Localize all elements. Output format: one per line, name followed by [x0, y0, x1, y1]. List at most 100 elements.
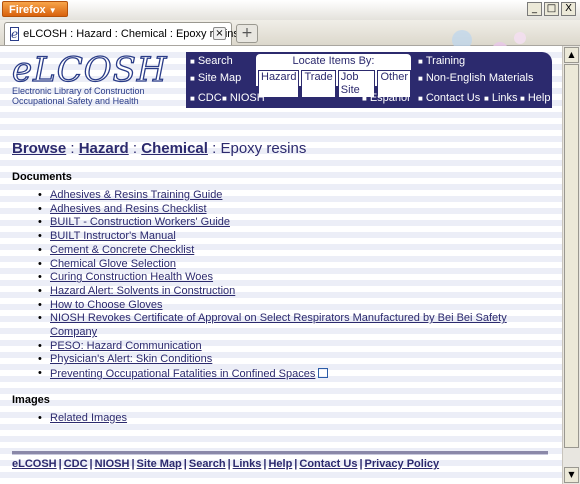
nav-espanol[interactable]: ■ Español [362, 92, 410, 104]
locate-items-box: Locate Items By: Hazard Trade Job Site O… [256, 54, 411, 98]
footer-help[interactable]: Help [268, 458, 292, 470]
doc-link[interactable]: BUILT Instructor's Manual [50, 230, 176, 242]
breadcrumb-browse[interactable]: Browse [12, 140, 66, 157]
nav-links[interactable]: ■ Links [484, 92, 518, 104]
nav-training[interactable]: ■ Training [418, 55, 465, 67]
doc-link[interactable]: Chemical Glove Selection [50, 258, 176, 270]
doc-link[interactable]: Physician's Alert: Skin Conditions [50, 353, 212, 365]
footer-links: eLCOSH | CDC | NIOSH | Site Map | Search | Links | H… [12, 458, 439, 470]
firefox-menu-button[interactable]: Firefox ▼ [2, 1, 68, 17]
list-item: Chemical Glove Selection [38, 258, 552, 272]
scroll-up-icon[interactable]: ▲ [564, 47, 579, 63]
logo-tagline-1: Electronic Library of Construction [12, 86, 145, 96]
close-window-button[interactable]: X [561, 2, 576, 16]
list-item: BUILT - Construction Workers' Guide [38, 216, 552, 230]
tab-title: eLCOSH : Hazard : Chemical : Epoxy resin… [23, 28, 239, 40]
related-images-link[interactable]: Related Images [50, 412, 127, 424]
footer-sitemap[interactable]: Site Map [137, 458, 182, 470]
list-item: How to Choose Gloves [38, 299, 552, 313]
nav-links-label: Links [491, 92, 518, 104]
close-tab-button[interactable]: × [213, 27, 226, 40]
breadcrumb-sep: : [212, 140, 217, 157]
footer-sep: | [294, 458, 298, 470]
nav-bottom-row: ■ CDC ■ NIOSH ■ Español ■ Contact Us ■ Links … [186, 91, 552, 108]
footer-sep: | [183, 458, 187, 470]
main-content: Browse : Hazard : Chemical : Epoxy resin… [12, 140, 552, 426]
doc-link[interactable]: Cement & Concrete Checklist [50, 244, 194, 256]
footer-contact[interactable]: Contact Us [299, 458, 357, 470]
footer-divider [12, 451, 548, 455]
doc-link[interactable]: Adhesives & Resins Training Guide [50, 189, 222, 201]
breadcrumb: Browse : Hazard : Chemical : Epoxy resin… [12, 140, 552, 157]
footer-sep: | [89, 458, 93, 470]
list-item: Adhesives & Resins Training Guide [38, 189, 552, 203]
doc-link[interactable]: Hazard Alert: Solvents in Construction [50, 285, 235, 297]
breadcrumb-hazard[interactable]: Hazard [79, 140, 129, 157]
list-item: BUILT Instructor's Manual [38, 230, 552, 244]
doc-link[interactable]: Curing Construction Health Woes [50, 271, 213, 283]
vertical-scrollbar[interactable]: ▲ ▼ [562, 46, 580, 484]
minimize-button[interactable]: _ [527, 2, 542, 16]
list-item: NIOSH Revokes Certificate of Approval on… [38, 312, 552, 339]
bullet-icon: ■ [418, 94, 423, 103]
footer-niosh[interactable]: NIOSH [95, 458, 130, 470]
nav-cdc[interactable]: ■ CDC [190, 92, 222, 104]
bullet-icon: ■ [362, 94, 367, 103]
tab-elcosh[interactable]: e eLCOSH : Hazard : Chemical : Epoxy res… [4, 22, 239, 45]
nav-sitemap[interactable]: ■ Site Map [190, 72, 241, 84]
nav-contact[interactable]: ■ Contact Us [418, 92, 480, 104]
list-item: Hazard Alert: Solvents in Construction [38, 285, 552, 299]
nav-help-label: Help [527, 92, 551, 104]
doc-link[interactable]: BUILT - Construction Workers' Guide [50, 216, 230, 228]
images-heading: Images [12, 393, 50, 406]
tab-bar: e eLCOSH : Hazard : Chemical : Epoxy res… [0, 20, 580, 58]
doc-link[interactable]: Adhesives and Resins Checklist [50, 203, 207, 215]
doc-link[interactable]: Preventing Occupational Fatalities in Co… [50, 368, 315, 380]
new-tab-button[interactable]: + [236, 24, 258, 43]
nav-nonenglish-label: Non-English Materials [425, 72, 534, 84]
breadcrumb-sep: : [132, 140, 138, 157]
footer-sep: | [131, 458, 135, 470]
nav-contact-label: Contact Us [425, 92, 481, 104]
chevron-down-icon: ▼ [48, 6, 57, 15]
scroll-down-icon[interactable]: ▼ [564, 467, 579, 483]
footer-sep: | [227, 458, 231, 470]
list-item: Adhesives and Resins Checklist [38, 203, 552, 217]
site-logo[interactable]: eLCOSH Electronic Library of Constructio… [10, 50, 185, 108]
bullet-icon: ■ [222, 94, 227, 103]
logo-tagline-2: Occupational Safety and Health [12, 96, 139, 106]
footer-privacy[interactable]: Privacy Policy [365, 458, 440, 470]
doc-link[interactable]: PESO: Hazard Communication [50, 340, 202, 352]
footer-links-link[interactable]: Links [233, 458, 262, 470]
images-list: Related Images [12, 412, 552, 426]
footer-elcosh[interactable]: eLCOSH [12, 458, 57, 470]
bullet-icon: ■ [190, 57, 195, 66]
nav-search[interactable]: ■ Search [190, 55, 233, 67]
nav-espanol-label: Español [369, 92, 410, 104]
locate-title: Locate Items By: [292, 55, 375, 67]
window-controls: _ □ X [527, 2, 576, 16]
footer-sep: | [58, 458, 62, 470]
nav-help[interactable]: ■ Help [520, 92, 550, 104]
nav-sitemap-label: Site Map [197, 72, 242, 84]
logo-wordmark: eLCOSH [11, 50, 168, 90]
nav-cdc-label: CDC [197, 92, 222, 104]
bullet-icon: ■ [190, 74, 195, 83]
breadcrumb-sep: : [70, 140, 75, 157]
bullet-icon: ■ [418, 74, 423, 83]
scrollbar-thumb[interactable] [564, 64, 579, 448]
list-item: Preventing Occupational Fatalities in Co… [38, 367, 552, 382]
doc-link[interactable]: NIOSH Revokes Certificate of Approval on… [50, 312, 507, 338]
breadcrumb-chemical[interactable]: Chemical [141, 140, 208, 157]
nav-nonenglish[interactable]: ■ Non-English Materials [418, 72, 533, 84]
documents-heading: Documents [12, 171, 72, 183]
nav-search-label: Search [197, 55, 233, 67]
doc-link[interactable]: How to Choose Gloves [50, 299, 163, 311]
footer-cdc[interactable]: CDC [64, 458, 88, 470]
maximize-button[interactable]: □ [544, 2, 559, 16]
footer-sep: | [359, 458, 363, 470]
list-item: Related Images [38, 412, 552, 426]
footer-search[interactable]: Search [189, 458, 226, 470]
nav-niosh[interactable]: ■ NIOSH [222, 92, 265, 104]
bullet-icon: ■ [418, 57, 423, 66]
